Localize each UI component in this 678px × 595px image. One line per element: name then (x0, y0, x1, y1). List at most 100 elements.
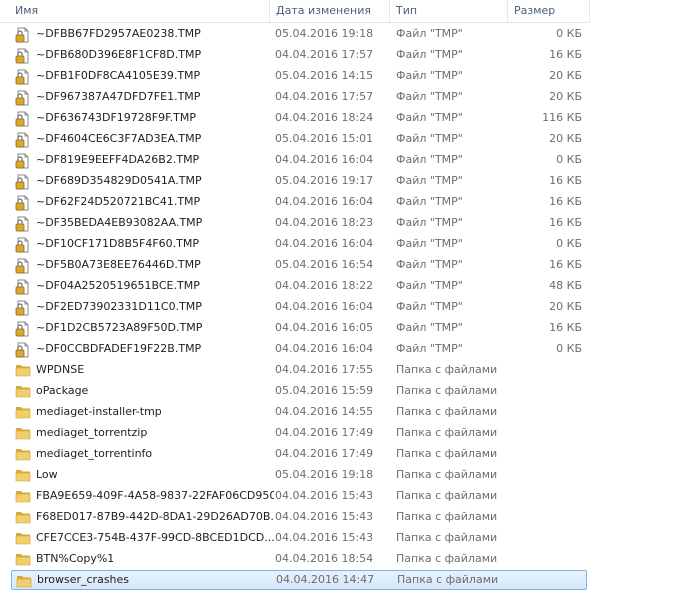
locked-file-icon (15, 195, 31, 211)
file-type: Папка с файлами (396, 363, 498, 376)
file-row[interactable]: ~DF636743DF19728F9F.TMP 04.04.2016 18:24 Ф… (11, 108, 587, 128)
column-header-type[interactable]: Тип (390, 0, 508, 22)
file-type: Папка с файлами (396, 384, 498, 397)
file-date: 04.04.2016 17:49 (275, 447, 374, 460)
file-size: 0 КБ (556, 237, 582, 250)
file-row[interactable]: ~DF5B0A73E8EE76446D.TMP 05.04.2016 16:54 Ф… (11, 255, 587, 275)
locked-file-icon (15, 300, 31, 316)
file-name: ~DFBB67FD2957AE0238.TMP (36, 27, 201, 40)
file-date: 05.04.2016 14:15 (275, 69, 374, 82)
file-row[interactable]: ~DF4604CE6C3F7AD3EA.TMP 05.04.2016 15:01 Ф… (11, 129, 587, 149)
file-row[interactable]: ~DF10CF171D8B5F4F60.TMP 04.04.2016 16:04 Ф… (11, 234, 587, 254)
file-name: BTN%Copy%1 (36, 552, 115, 565)
file-type: Файл "TMP" (396, 195, 463, 208)
file-name: mediaget-installer-tmp (36, 405, 162, 418)
file-row[interactable]: ~DF35BEDA4EB93082AA.TMP 04.04.2016 18:23 Ф… (11, 213, 587, 233)
file-date: 04.04.2016 16:04 (275, 237, 374, 250)
file-size: 16 КБ (549, 321, 582, 334)
file-size: 16 КБ (549, 195, 582, 208)
file-type: Файл "TMP" (396, 321, 463, 334)
file-row[interactable]: ~DF967387A47DFD7FE1.TMP 04.04.2016 17:57 Ф… (11, 87, 587, 107)
file-row[interactable]: ~DF2ED73902331D11C0.TMP 04.04.2016 16:04 Ф… (11, 297, 587, 317)
folder-icon (15, 384, 31, 398)
file-size: 16 КБ (549, 174, 582, 187)
file-name: ~DF0CCBDFADEF19F22B.TMP (36, 342, 202, 355)
file-row[interactable]: mediaget_torrentinfo 04.04.2016 17:49 Папк… (11, 444, 587, 464)
file-date: 05.04.2016 19:18 (275, 468, 374, 481)
folder-icon (15, 405, 31, 419)
file-name: Low (36, 468, 58, 481)
folder-icon (15, 447, 31, 461)
file-name: ~DF10CF171D8B5F4F60.TMP (36, 237, 200, 250)
file-date: 04.04.2016 16:04 (275, 153, 374, 166)
locked-file-icon (15, 111, 31, 127)
file-row[interactable]: ~DFB1F0DF8CA4105E39.TMP 05.04.2016 14:15 Ф… (11, 66, 587, 86)
file-row[interactable]: ~DFBB67FD2957AE0238.TMP 05.04.2016 19:18 Ф… (11, 24, 587, 44)
file-date: 04.04.2016 18:54 (275, 552, 374, 565)
locked-file-icon (15, 237, 31, 253)
file-row[interactable]: F68ED017-87B9-442D-8DA1-29D26AD70B... 04.… (11, 507, 587, 527)
file-row[interactable]: BTN%Copy%1 04.04.2016 18:54 Папка с файлам… (11, 549, 587, 569)
file-name: ~DF967387A47DFD7FE1.TMP (36, 90, 201, 103)
file-type: Файл "TMP" (396, 153, 463, 166)
file-row[interactable]: ~DF1D2CB5723A89F50D.TMP 04.04.2016 16:05 Ф… (11, 318, 587, 338)
file-row[interactable]: browser_crashes 04.04.2016 14:47 Папка с ф… (11, 570, 587, 590)
file-size: 48 КБ (549, 279, 582, 292)
locked-file-icon (15, 174, 31, 190)
file-name: ~DF35BEDA4EB93082AA.TMP (36, 216, 203, 229)
file-size: 20 КБ (549, 90, 582, 103)
file-row[interactable]: mediaget_torrentzip 04.04.2016 17:49 Папка… (11, 423, 587, 443)
file-date: 04.04.2016 17:49 (275, 426, 374, 439)
file-row[interactable]: ~DF62F24D520721BC41.TMP 04.04.2016 16:04 Ф… (11, 192, 587, 212)
file-name: mediaget_torrentzip (36, 426, 148, 439)
file-name: FBA9E659-409F-4A58-9837-22FAF06CD950 (36, 489, 274, 502)
file-date: 05.04.2016 15:59 (275, 384, 374, 397)
file-row[interactable]: ~DF819E9EEFF4DA26B2.TMP 04.04.2016 16:04 Ф… (11, 150, 587, 170)
file-row[interactable]: oPackage 05.04.2016 15:59 Папка с файлами (11, 381, 587, 401)
file-row[interactable]: ~DFB680D396E8F1CF8D.TMP 04.04.2016 17:57 Ф… (11, 45, 587, 65)
file-type: Папка с файлами (396, 426, 498, 439)
file-row[interactable]: ~DF0CCBDFADEF19F22B.TMP 04.04.2016 16:04 Ф… (11, 339, 587, 359)
column-header-name[interactable]: Имя (9, 0, 270, 22)
file-row[interactable]: ~DF04A2520519651BCE.TMP 04.04.2016 18:22 Ф… (11, 276, 587, 296)
file-name: ~DFB680D396E8F1CF8D.TMP (36, 48, 202, 61)
locked-file-icon (15, 321, 31, 337)
file-date: 04.04.2016 14:47 (276, 573, 375, 586)
locked-file-icon (15, 90, 31, 106)
file-size: 20 КБ (549, 132, 582, 145)
file-date: 04.04.2016 18:22 (275, 279, 374, 292)
folder-icon (15, 468, 31, 482)
column-header-date[interactable]: Дата изменения (270, 0, 390, 22)
file-type: Файл "TMP" (396, 216, 463, 229)
file-size: 16 КБ (549, 216, 582, 229)
file-date: 04.04.2016 15:43 (275, 510, 374, 523)
file-name: ~DF1D2CB5723A89F50D.TMP (36, 321, 203, 334)
folder-icon (15, 552, 31, 566)
file-date: 04.04.2016 15:43 (275, 489, 374, 502)
file-row[interactable]: WPDNSE 04.04.2016 17:55 Папка с файлами (11, 360, 587, 380)
file-date: 05.04.2016 16:54 (275, 258, 374, 271)
file-date: 04.04.2016 16:05 (275, 321, 374, 334)
file-name: mediaget_torrentinfo (36, 447, 153, 460)
file-name: ~DFB1F0DF8CA4105E39.TMP (36, 69, 201, 82)
locked-file-icon (15, 342, 31, 358)
file-date: 04.04.2016 17:57 (275, 48, 374, 61)
file-date: 05.04.2016 19:17 (275, 174, 374, 187)
file-row[interactable]: FBA9E659-409F-4A58-9837-22FAF06CD950 04.0… (11, 486, 587, 506)
locked-file-icon (15, 216, 31, 232)
file-row[interactable]: ~DF689D354829D0541A.TMP 05.04.2016 19:17 Ф… (11, 171, 587, 191)
file-row[interactable]: CFE7CCE3-754B-437F-99CD-8BCED1DCD... 04.0… (11, 528, 587, 548)
file-name: ~DF62F24D520721BC41.TMP (36, 195, 201, 208)
file-type: Папка с файлами (396, 531, 498, 544)
column-header-size[interactable]: Размер (508, 0, 590, 22)
file-row[interactable]: Low 05.04.2016 19:18 Папка с файлами (11, 465, 587, 485)
file-name: CFE7CCE3-754B-437F-99CD-8BCED1DCD... (36, 531, 274, 544)
file-type: Файл "TMP" (396, 48, 463, 61)
file-row[interactable]: mediaget-installer-tmp 04.04.2016 14:55 Па… (11, 402, 587, 422)
file-type: Папка с файлами (396, 468, 498, 481)
locked-file-icon (15, 279, 31, 295)
file-type: Файл "TMP" (396, 342, 463, 355)
folder-icon (15, 510, 31, 524)
file-name: ~DF4604CE6C3F7AD3EA.TMP (36, 132, 202, 145)
locked-file-icon (15, 153, 31, 169)
